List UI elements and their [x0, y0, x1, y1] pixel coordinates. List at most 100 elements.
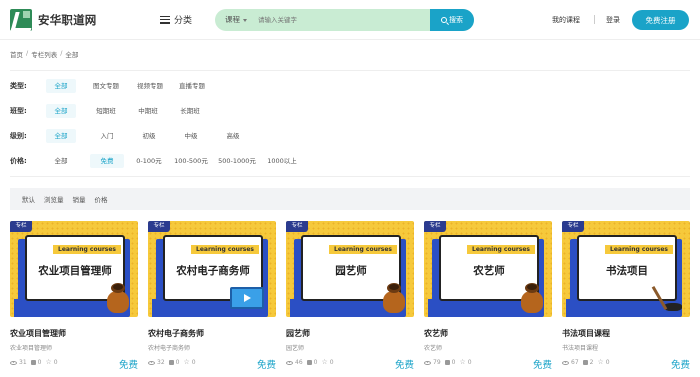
course-card[interactable]: Learning courses 农业项目管理师 专栏 农业项目管理师 农业项目… [10, 221, 138, 371]
course-thumbnail[interactable]: Learning courses 园艺师 专栏 [286, 221, 414, 317]
filter-option[interactable]: 直播专题 [174, 79, 210, 93]
logo-icon [10, 9, 32, 31]
course-title[interactable]: 农村电子商务师 [148, 328, 204, 339]
filter-option[interactable]: 0-100元 [134, 154, 164, 168]
filter-class: 班型: 全部 短期班 中期班 长期班 [10, 103, 200, 119]
filter-option[interactable]: 全部 [46, 154, 76, 168]
views-count: 31 [19, 359, 27, 366]
search-button-label: 搜索 [449, 16, 463, 24]
course-thumbnail[interactable]: Learning courses 农艺师 专栏 [424, 221, 552, 317]
sort-default[interactable]: 默认 [22, 194, 35, 204]
users-count: 2 [589, 359, 594, 366]
course-thumbnail[interactable]: Learning courses 书法项目 专栏 [562, 221, 690, 317]
eye-icon [562, 360, 569, 365]
divider [10, 176, 690, 177]
filter-option[interactable]: 500-1000元 [216, 154, 258, 168]
course-title[interactable]: 书法项目课程 [562, 328, 610, 339]
course-subtitle: 农村电子商务师 [148, 345, 191, 352]
course-card[interactable]: Learning courses 园艺师 专栏 园艺师 园艺师 46 0 ☆ 0 … [286, 221, 414, 371]
breadcrumb: 首页 / 专栏列表 / 全部 [10, 49, 78, 59]
filter-option[interactable]: 初级 [138, 129, 160, 143]
search-type-select[interactable]: 课程 [215, 9, 255, 31]
course-price: 免费 [532, 360, 552, 371]
breadcrumb-home[interactable]: 首页 [10, 49, 23, 59]
filter-option[interactable]: 免费 [90, 154, 124, 168]
stars-count: 0 [605, 359, 610, 366]
course-card[interactable]: Learning courses 书法项目 专栏 书法项目课程 书法项目课程 6… [562, 221, 690, 371]
eye-icon [424, 360, 431, 365]
course-card[interactable]: Learning courses 农村电子商务师 专栏 农村电子商务师 农村电子… [148, 221, 276, 371]
filter-option[interactable]: 全部 [46, 79, 76, 93]
user-icon [444, 360, 450, 365]
breadcrumb-separator: / [60, 49, 63, 57]
stars-count: 0 [53, 359, 58, 366]
category-menu[interactable]: 分类 [160, 13, 192, 26]
login-link[interactable]: 登录 [606, 15, 620, 25]
filter-option[interactable]: 图文专题 [88, 79, 124, 93]
course-title[interactable]: 园艺师 [286, 328, 310, 339]
breadcrumb-column-list[interactable]: 专栏列表 [31, 49, 57, 59]
users-count: 0 [175, 359, 180, 366]
search-bar: 课程 搜索 [215, 9, 474, 31]
search-button[interactable]: 搜索 [430, 9, 474, 31]
filter-option[interactable]: 全部 [46, 129, 76, 143]
views-count: 79 [433, 359, 441, 366]
filter-option[interactable]: 1000以上 [264, 154, 300, 168]
users-count: 0 [313, 359, 318, 366]
filter-option[interactable]: 中期班 [134, 104, 162, 118]
thumbnail-banner: Learning courses [467, 245, 536, 254]
brush-icon [651, 283, 682, 311]
filter-label: 班型: [10, 107, 27, 115]
course-price: 免费 [670, 360, 690, 371]
site-header: 安华职道网 分类 课程 搜索 我的课程 登录 免费注册 [0, 0, 700, 40]
course-subtitle: 园艺师 [286, 345, 305, 352]
my-courses-link[interactable]: 我的课程 [552, 15, 580, 25]
header-divider [594, 15, 595, 24]
course-subtitle: 农艺师 [424, 345, 443, 352]
course-thumbnail[interactable]: Learning courses 农村电子商务师 专栏 [148, 221, 276, 317]
course-title[interactable]: 农艺师 [424, 328, 448, 339]
filter-option[interactable]: 中级 [180, 129, 202, 143]
views-count: 32 [157, 359, 165, 366]
filter-price: 价格: 全部 免费 0-100元 100-500元 500-1000元 1000… [10, 153, 297, 169]
search-type-label: 课程 [225, 15, 240, 24]
sort-sales[interactable]: 销量 [73, 194, 86, 204]
views-count: 67 [571, 359, 579, 366]
list-icon [160, 15, 170, 24]
course-stats: 32 0 ☆ 0 [148, 359, 200, 366]
breadcrumb-current: 全部 [65, 51, 79, 59]
thumbnail-title: 园艺师 [335, 265, 367, 277]
course-thumbnail[interactable]: Learning courses 农业项目管理师 专栏 [10, 221, 138, 317]
site-logo[interactable]: 安华职道网 [10, 9, 97, 31]
eye-icon [10, 360, 17, 365]
thumbnail-banner: Learning courses [605, 245, 674, 254]
sort-price[interactable]: 价格 [95, 194, 108, 204]
course-stats: 67 2 ☆ 0 [562, 359, 614, 366]
filter-option[interactable]: 视频专题 [132, 79, 168, 93]
thumbnail-title: 书法项目 [606, 265, 648, 277]
sort-views[interactable]: 浏览量 [44, 194, 64, 204]
category-label: 分类 [174, 16, 193, 26]
monitor-icon [230, 287, 264, 309]
column-tag: 专栏 [562, 221, 584, 232]
thumbnail-banner: Learning courses [191, 245, 260, 254]
filter-option[interactable]: 长期班 [176, 104, 204, 118]
search-input[interactable] [255, 9, 430, 31]
divider [10, 70, 690, 71]
user-icon [306, 360, 312, 365]
column-tag: 专栏 [148, 221, 170, 232]
sort-bar: 默认 浏览量 销量 价格 [10, 188, 690, 210]
filter-option[interactable]: 全部 [46, 104, 76, 118]
star-icon: ☆ [321, 358, 328, 366]
course-card[interactable]: Learning courses 农艺师 专栏 农艺师 农艺师 79 0 ☆ 0 … [424, 221, 552, 371]
filter-option[interactable]: 100-500元 [172, 154, 210, 168]
filter-type: 类型: 全部 图文专题 视频专题 直播专题 [10, 78, 205, 94]
register-button[interactable]: 免费注册 [632, 10, 689, 30]
filter-option[interactable]: 短期班 [92, 104, 120, 118]
star-icon: ☆ [459, 358, 466, 366]
filter-option[interactable]: 高级 [222, 129, 244, 143]
thumbnail-banner: Learning courses [53, 245, 122, 254]
course-title[interactable]: 农业项目管理师 [10, 328, 66, 339]
filter-option[interactable]: 入门 [96, 129, 118, 143]
filter-label: 价格: [10, 157, 27, 165]
